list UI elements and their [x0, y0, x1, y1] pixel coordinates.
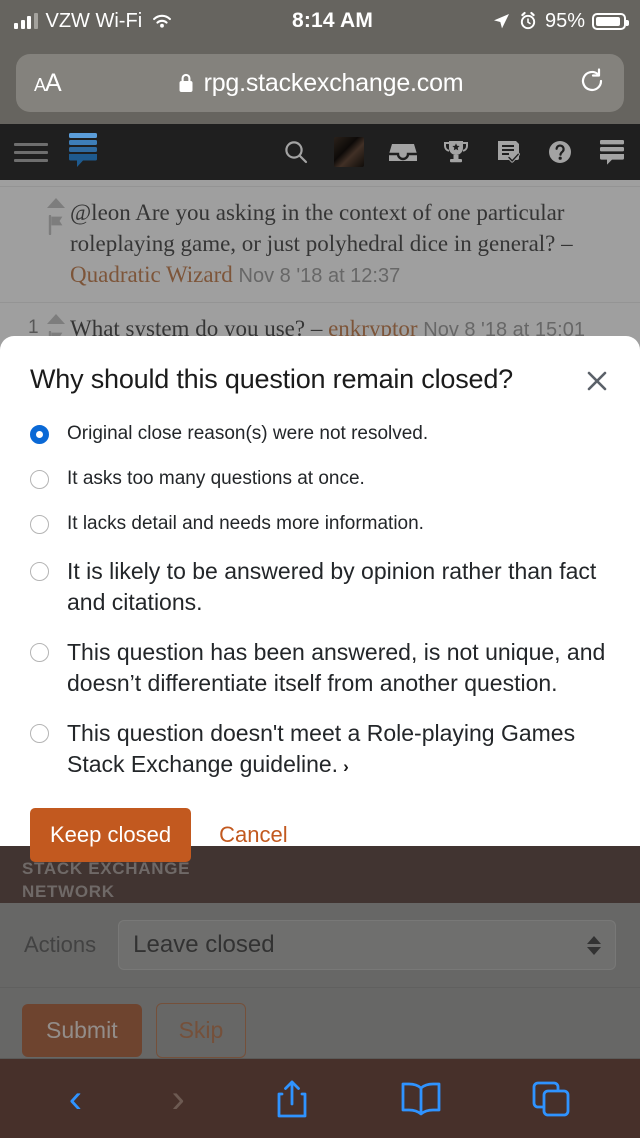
option-label: This question has been answered, is not …	[67, 639, 606, 696]
modal-action-row: Keep closed Cancel	[30, 808, 610, 862]
trophy-icon[interactable]	[442, 138, 470, 166]
radio-button[interactable]	[30, 425, 49, 444]
status-bar-left: VZW Wi-Fi	[14, 10, 174, 33]
battery-percent-label: 95%	[544, 9, 585, 32]
carrier-label: VZW Wi-Fi	[45, 9, 143, 32]
close-reason-option[interactable]: Original close reason(s) were not resolv…	[30, 421, 610, 447]
tabs-icon[interactable]	[531, 1080, 571, 1118]
safari-address-bar-container: AA rpg.stackexchange.com	[0, 42, 640, 124]
user-avatar-icon[interactable]	[334, 137, 364, 167]
location-arrow-icon	[493, 14, 509, 29]
status-bar-right: 95%	[491, 9, 629, 33]
ios-status-bar: VZW Wi-Fi 8:14 AM 95%	[0, 0, 640, 42]
radio-button[interactable]	[30, 470, 49, 489]
lock-icon	[179, 73, 193, 92]
help-icon[interactable]	[546, 138, 574, 166]
close-icon[interactable]	[582, 366, 612, 396]
signal-bars-icon	[14, 13, 38, 29]
site-top-navigation	[0, 124, 640, 180]
hamburger-menu-icon[interactable]	[14, 142, 48, 162]
option-label: Original close reason(s) were not resolv…	[67, 423, 429, 444]
text-size-button[interactable]: AA	[34, 69, 62, 98]
cancel-button[interactable]: Cancel	[203, 808, 303, 862]
option-label: This question doesn't meet a Role-playin…	[67, 720, 576, 777]
alarm-clock-icon	[520, 11, 536, 30]
inbox-icon[interactable]	[388, 139, 418, 165]
book-icon[interactable]	[400, 1081, 442, 1117]
option-label: It is likely to be answered by opinion r…	[67, 558, 597, 615]
radio-button[interactable]	[30, 724, 49, 743]
radio-button[interactable]	[30, 515, 49, 534]
search-icon[interactable]	[282, 138, 310, 166]
url-text: rpg.stackexchange.com	[203, 68, 464, 97]
close-reason-option[interactable]: It is likely to be answered by opinion r…	[30, 556, 610, 618]
keep-closed-button[interactable]: Keep closed	[30, 808, 192, 862]
modal-title: Why should this question remain closed?	[30, 364, 513, 394]
address-bar[interactable]: AA rpg.stackexchange.com	[16, 54, 624, 112]
stack-exchange-logo-icon[interactable]	[66, 130, 100, 175]
chevron-right-icon[interactable]: ›	[343, 757, 349, 776]
battery-icon	[592, 12, 629, 30]
clock-label: 8:14 AM	[291, 9, 374, 32]
review-icon[interactable]	[494, 138, 522, 166]
close-reason-option[interactable]: It asks too many questions at once.	[30, 466, 610, 492]
stack-exchange-icon[interactable]	[598, 137, 626, 167]
iphone-safari-screen: VZW Wi-Fi 8:14 AM 95% AA rpg.stackexchan…	[0, 0, 640, 1138]
chevron-left-icon[interactable]: ‹	[69, 1079, 82, 1119]
share-icon[interactable]	[274, 1078, 310, 1120]
close-reason-modal: Why should this question remain closed? …	[0, 336, 640, 862]
radio-button[interactable]	[30, 643, 49, 662]
reload-icon[interactable]	[578, 67, 606, 100]
safari-bottom-toolbar: ‹ ›	[0, 1058, 640, 1138]
url-display: rpg.stackexchange.com	[16, 69, 624, 98]
close-reason-option[interactable]: This question has been answered, is not …	[30, 637, 610, 699]
close-reason-option[interactable]: This question doesn't meet a Role-playin…	[30, 718, 610, 782]
option-label: It asks too many questions at once.	[67, 468, 365, 489]
option-label: It lacks detail and needs more informati…	[67, 513, 424, 534]
radio-button[interactable]	[30, 562, 49, 581]
chevron-right-icon[interactable]: ›	[172, 1079, 185, 1119]
wifi-icon	[153, 14, 172, 28]
close-reason-option[interactable]: It lacks detail and needs more informati…	[30, 511, 610, 537]
nav-icon-group	[282, 137, 626, 167]
